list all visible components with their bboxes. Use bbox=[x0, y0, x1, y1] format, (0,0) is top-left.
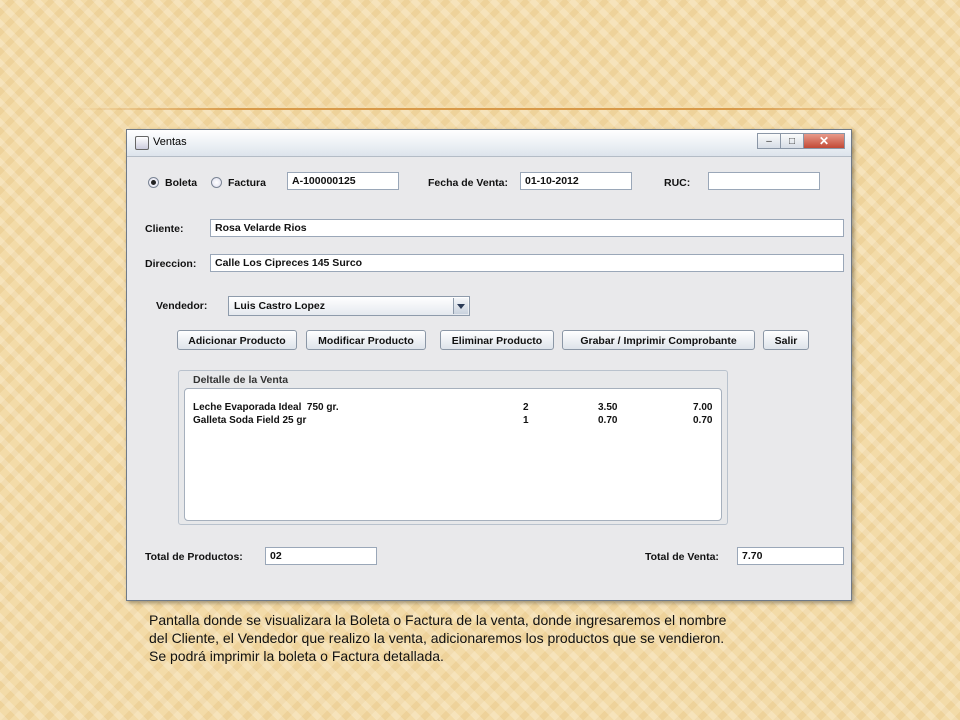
window-title: Ventas bbox=[153, 136, 187, 148]
detalle-venta-panel: Deltalle de la Venta Leche Evaporada Ide… bbox=[178, 370, 728, 525]
fecha-label: Fecha de Venta: bbox=[428, 177, 508, 189]
radio-boleta-label: Boleta bbox=[165, 177, 198, 189]
item-total: 7.00 bbox=[693, 402, 713, 413]
salir-button[interactable]: Salir bbox=[763, 330, 809, 350]
vendedor-selected-value: Luis Castro Lopez bbox=[234, 300, 326, 312]
radio-factura-label: Factura bbox=[228, 177, 266, 189]
close-icon[interactable]: ✕ bbox=[803, 133, 845, 149]
direccion-field[interactable]: Calle Los Cipreces 145 Surco bbox=[210, 254, 844, 272]
ventas-window: Ventas – □ ✕ Boleta Factura A-100000125 … bbox=[126, 129, 852, 601]
total-productos-field[interactable]: 02 bbox=[265, 547, 377, 565]
grabar-imprimir-button[interactable]: Grabar / Imprimir Comprobante bbox=[562, 330, 755, 350]
item-precio: 0.70 bbox=[598, 415, 618, 426]
cliente-field[interactable]: Rosa Velarde Rios bbox=[210, 219, 844, 237]
ruc-field[interactable] bbox=[708, 172, 820, 190]
vendedor-label: Vendedor: bbox=[156, 300, 208, 312]
eliminar-producto-button[interactable]: Eliminar Producto bbox=[440, 330, 554, 350]
total-venta-field[interactable]: 7.70 bbox=[737, 547, 844, 565]
modificar-producto-button[interactable]: Modificar Producto bbox=[306, 330, 426, 350]
item-precio: 3.50 bbox=[598, 402, 618, 413]
item-total: 0.70 bbox=[693, 415, 713, 426]
item-cantidad: 2 bbox=[523, 402, 529, 413]
fecha-field[interactable]: 01-10-2012 bbox=[520, 172, 632, 190]
list-item[interactable]: Galleta Soda Field 25 gr 1 0.70 0.70 bbox=[193, 415, 713, 427]
total-venta-label: Total de Venta: bbox=[645, 551, 719, 563]
item-cantidad: 1 bbox=[523, 415, 529, 426]
window-controls: – □ ✕ bbox=[757, 133, 845, 149]
item-producto: Galleta Soda Field 25 gr bbox=[193, 415, 307, 426]
detalle-venta-title: Deltalle de la Venta bbox=[193, 374, 289, 386]
chevron-down-icon[interactable] bbox=[453, 298, 468, 314]
cliente-label: Cliente: bbox=[145, 223, 184, 235]
title-bar[interactable]: Ventas – □ ✕ bbox=[127, 130, 851, 157]
direccion-label: Direccion: bbox=[145, 258, 197, 270]
minimize-icon[interactable]: – bbox=[757, 133, 781, 149]
caption-line: del Cliente, el Vendedor que realizo la … bbox=[149, 630, 725, 646]
radio-boleta[interactable] bbox=[148, 177, 159, 188]
detalle-list[interactable]: Leche Evaporada Ideal 750 gr. 2 3.50 7.0… bbox=[184, 388, 722, 521]
java-app-icon bbox=[135, 136, 149, 150]
ruc-label: RUC: bbox=[664, 177, 691, 189]
adicionar-producto-button[interactable]: Adicionar Producto bbox=[177, 330, 297, 350]
maximize-icon[interactable]: □ bbox=[780, 133, 804, 149]
total-productos-label: Total de Productos: bbox=[145, 551, 243, 563]
vendedor-combo[interactable]: Luis Castro Lopez bbox=[228, 296, 470, 316]
list-item[interactable]: Leche Evaporada Ideal 750 gr. 2 3.50 7.0… bbox=[193, 402, 713, 414]
slide-caption: Pantalla donde se visualizara la Boleta … bbox=[149, 611, 849, 665]
serie-numero-field[interactable]: A-100000125 bbox=[287, 172, 399, 190]
caption-line: Se podrá imprimir la boleta o Factura de… bbox=[149, 648, 444, 664]
decorative-line bbox=[70, 108, 900, 110]
caption-line: Pantalla donde se visualizara la Boleta … bbox=[149, 612, 727, 628]
item-producto: Leche Evaporada Ideal 750 gr. bbox=[193, 402, 339, 413]
radio-factura[interactable] bbox=[211, 177, 222, 188]
